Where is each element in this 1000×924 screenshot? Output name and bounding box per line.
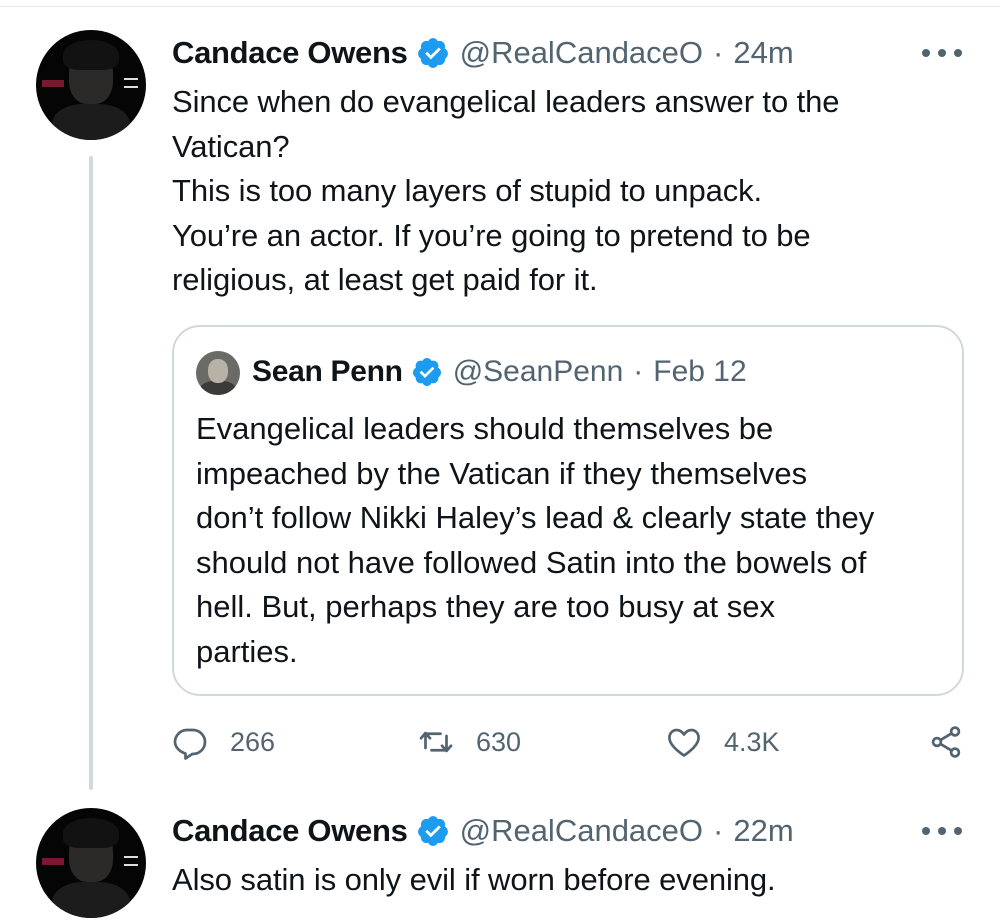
author-avatar[interactable] — [36, 808, 146, 918]
quoted-text-line: don’t follow Nikki Haley’s lead & clearl… — [196, 500, 875, 536]
tweet-action-bar: 266 630 4.3K — [172, 720, 972, 764]
like-icon — [668, 728, 700, 757]
verified-badge-icon — [412, 358, 441, 386]
separator-dot: · — [633, 355, 644, 388]
reply-count: 266 — [230, 726, 276, 757]
author-handle[interactable]: @RealCandaceO — [460, 813, 703, 849]
author-name[interactable]: Candace Owens — [172, 35, 408, 71]
verified-badge-icon — [417, 816, 448, 846]
quoted-author-handle: @SeanPenn — [452, 355, 624, 388]
author-handle[interactable]: @RealCandaceO — [460, 35, 703, 71]
share-button[interactable] — [928, 720, 986, 764]
retweet-button[interactable]: 630 — [418, 720, 521, 764]
verified-badge-icon — [417, 38, 448, 68]
quoted-text-line: should not have followed Satin into the … — [196, 544, 867, 580]
quoted-tweet-date: Feb 12 — [653, 355, 747, 388]
thread-connector-line — [89, 156, 93, 790]
retweet-count: 630 — [476, 726, 522, 757]
quoted-tweet-body: Evangelical leaders should themselves be… — [196, 407, 956, 675]
tweet-text-line: Vatican? — [172, 128, 290, 164]
tweet-text-line: Also satin is only evil if worn before e… — [172, 862, 776, 897]
share-icon — [931, 726, 961, 758]
quoted-text-line: hell. But, perhaps they are too busy at … — [196, 589, 776, 625]
like-button[interactable]: 4.3K — [666, 720, 780, 764]
like-count: 4.3K — [724, 726, 780, 757]
quoted-tweet-header: Sean Penn @SeanPenn · Feb 12 — [252, 352, 747, 392]
quoted-text-line: impeached by the Vatican if they themsel… — [196, 455, 808, 491]
tweet-header: Candace Owens @RealCandaceO · 24m — [172, 33, 794, 73]
tweet-timestamp[interactable]: 24m — [733, 35, 793, 71]
tweet-body: Also satin is only evil if worn before e… — [172, 858, 962, 903]
tweet-text-line: This is too many layers of stupid to unp… — [172, 173, 763, 208]
more-options-icon[interactable] — [922, 821, 962, 841]
quoted-author-name: Sean Penn — [252, 355, 403, 388]
tweet-timestamp[interactable]: 22m — [733, 813, 793, 849]
reply-icon — [173, 728, 207, 760]
author-avatar[interactable] — [36, 30, 146, 140]
tweet-text-line: Since when do evangelical leaders answer… — [172, 84, 840, 119]
quoted-tweet-card[interactable]: Sean Penn @SeanPenn · Feb 12 Evangelical… — [172, 325, 964, 696]
separator-dot: · — [713, 35, 724, 70]
quoted-text-line: Evangelical leaders should themselves be — [196, 411, 774, 446]
retweet-icon — [419, 731, 453, 753]
tweet-text-line: religious, at least get paid for it. — [172, 262, 598, 297]
quoted-text-line: parties. — [196, 633, 298, 669]
quoted-author-avatar — [196, 351, 240, 395]
separator-dot: · — [713, 813, 724, 848]
tweet-header: Candace Owens @RealCandaceO · 22m — [172, 811, 794, 851]
tweet-text-line: You’re an actor. If you’re going to pret… — [172, 217, 811, 253]
author-name[interactable]: Candace Owens — [172, 813, 408, 849]
reply-button[interactable]: 266 — [172, 720, 275, 764]
top-divider — [0, 6, 1000, 7]
more-options-icon[interactable] — [922, 43, 962, 63]
tweet-body: Since when do evangelical leaders answer… — [172, 80, 962, 303]
